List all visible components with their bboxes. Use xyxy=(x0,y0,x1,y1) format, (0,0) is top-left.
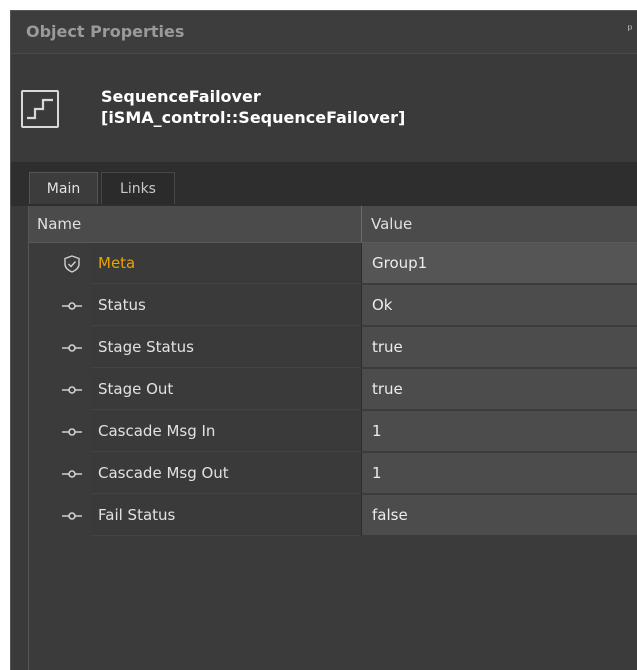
object-name: SequenceFailover xyxy=(101,87,261,106)
slot-pin-icon xyxy=(59,423,85,441)
panel-titlebar: Object Properties ᵖ xyxy=(11,11,637,54)
property-name: Stage Out xyxy=(91,369,360,410)
property-value[interactable]: 1 xyxy=(361,411,637,452)
properties-grid: Name Value Meta Group1 Status Ok Stage S… xyxy=(28,206,637,670)
column-divider[interactable] xyxy=(361,206,362,242)
slot-pin-icon xyxy=(59,381,85,399)
property-value[interactable]: Group1 xyxy=(361,243,637,284)
object-properties-panel: Object Properties ᵖ SequenceFailover [iS… xyxy=(10,10,637,670)
property-value[interactable]: true xyxy=(361,327,637,368)
pin-icon[interactable]: ᵖ xyxy=(627,23,633,38)
column-header-value[interactable]: Value xyxy=(371,215,412,233)
table-row[interactable]: Stage Out true xyxy=(29,369,637,411)
property-name: Cascade Msg Out xyxy=(91,453,360,494)
table-row[interactable]: Cascade Msg Out 1 xyxy=(29,453,637,495)
object-title: SequenceFailover [iSMA_control::Sequence… xyxy=(101,86,405,128)
slot-pin-icon xyxy=(59,297,85,315)
object-type: [iSMA_control::SequenceFailover] xyxy=(101,108,406,127)
tab-main[interactable]: Main xyxy=(29,172,98,204)
property-name: Stage Status xyxy=(91,327,360,368)
shield-icon xyxy=(59,255,85,273)
slot-pin-icon xyxy=(59,507,85,525)
tab-links[interactable]: Links xyxy=(101,172,175,204)
property-name: Meta xyxy=(91,243,360,284)
tab-strip: Main Links xyxy=(11,162,637,206)
column-header-name[interactable]: Name xyxy=(37,215,81,233)
table-row[interactable]: Meta Group1 xyxy=(29,243,637,285)
slot-pin-icon xyxy=(59,465,85,483)
sequence-step-icon xyxy=(21,90,59,128)
table-row[interactable]: Cascade Msg In 1 xyxy=(29,411,637,453)
property-value[interactable]: true xyxy=(361,369,637,410)
table-row[interactable]: Stage Status true xyxy=(29,327,637,369)
grid-header: Name Value xyxy=(29,206,637,243)
property-name: Status xyxy=(91,285,360,326)
property-name: Fail Status xyxy=(91,495,360,536)
property-value[interactable]: false xyxy=(361,495,637,536)
property-value[interactable]: 1 xyxy=(361,453,637,494)
table-row[interactable]: Fail Status false xyxy=(29,495,637,537)
table-row[interactable]: Status Ok xyxy=(29,285,637,327)
object-header: SequenceFailover [iSMA_control::Sequence… xyxy=(11,54,637,162)
property-value[interactable]: Ok xyxy=(361,285,637,326)
slot-pin-icon xyxy=(59,339,85,357)
panel-title: Object Properties xyxy=(26,22,185,41)
property-name: Cascade Msg In xyxy=(91,411,360,452)
